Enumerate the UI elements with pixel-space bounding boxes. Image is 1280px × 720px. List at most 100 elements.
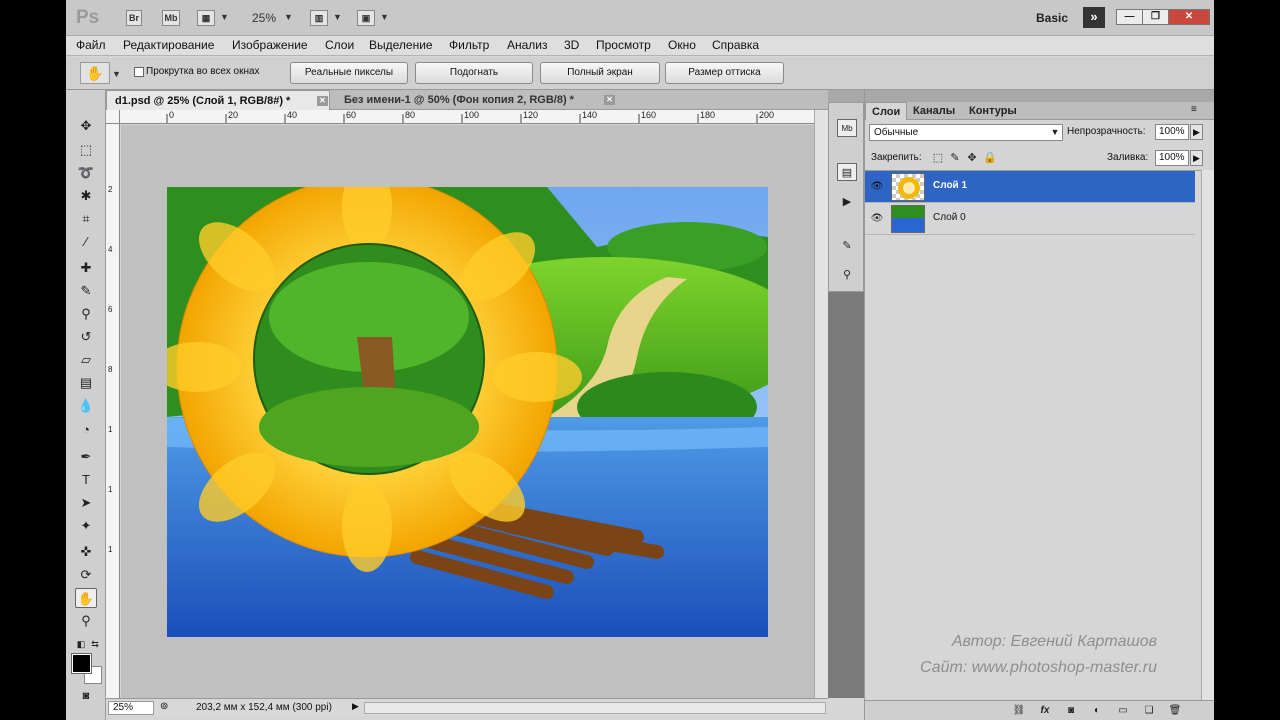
tab-d1-psd[interactable]: d1.psd @ 25% (Слой 1, RGB/8#) * ✕ — [106, 90, 330, 110]
tab-channels[interactable]: Каналы — [907, 102, 961, 120]
workspace-name[interactable]: Basic — [1036, 11, 1068, 25]
status-menu-arrow-icon[interactable]: ▶ — [352, 701, 359, 712]
visibility-eye-icon[interactable]: 👁 — [870, 212, 884, 226]
view-extras-button[interactable]: ▦ — [197, 10, 215, 26]
panel-header-bar[interactable] — [865, 90, 1214, 102]
screen-mode-dropdown-icon[interactable]: ▼ — [380, 12, 389, 22]
lock-all-icon[interactable]: 🔒 — [983, 152, 997, 165]
type-tool-icon[interactable]: T — [75, 470, 97, 490]
menu-layers[interactable]: Слои — [325, 38, 354, 52]
vertical-ruler[interactable]: 2 4 6 8 1 1 1 — [106, 124, 120, 698]
arrange-dropdown-icon[interactable]: ▼ — [333, 12, 342, 22]
tab-paths[interactable]: Контуры — [963, 102, 1023, 120]
mini-bridge-panel-icon[interactable]: Mb — [837, 119, 857, 137]
close-button[interactable]: ✕ — [1168, 9, 1210, 25]
eraser-tool-icon[interactable]: ▱ — [75, 350, 97, 370]
crop-tool-icon[interactable]: ⌗ — [75, 209, 97, 229]
panel-menu-icon[interactable]: ≡ — [1191, 104, 1197, 115]
arrange-documents-button[interactable]: ▥ — [310, 10, 328, 26]
layer-row[interactable]: 👁 Слой 0 — [865, 203, 1195, 235]
menu-select[interactable]: Выделение — [369, 38, 433, 52]
delete-layer-icon[interactable]: 🗑 — [1167, 704, 1183, 718]
quick-selection-tool-icon[interactable]: ✱ — [75, 186, 97, 206]
brush-panel-icon[interactable]: ✎ — [837, 237, 857, 255]
document-canvas[interactable] — [121, 125, 822, 698]
menu-window[interactable]: Окно — [668, 38, 696, 52]
tab-untitled-close-icon[interactable]: ✕ — [604, 95, 615, 105]
brush-tool-icon[interactable]: ✎ — [75, 281, 97, 301]
ruler-origin[interactable] — [106, 110, 120, 124]
actions-panel-icon[interactable]: ▶ — [837, 193, 857, 211]
horizontal-ruler[interactable]: 0 20 40 60 80 100 120 140 160 180 200 — [120, 110, 822, 124]
zoom-level[interactable]: 25% — [252, 11, 276, 25]
3d-orbit-tool-icon[interactable]: ⟳ — [75, 565, 97, 585]
foreground-color-swatch[interactable] — [71, 653, 92, 674]
canvas-vertical-scrollbar[interactable] — [814, 110, 828, 698]
move-tool-icon[interactable]: ✥ — [75, 116, 97, 136]
fill-input[interactable]: 100% — [1155, 150, 1189, 166]
gradient-tool-icon[interactable]: ▤ — [75, 373, 97, 393]
new-group-icon[interactable]: ▭ — [1115, 704, 1131, 718]
workspace-more-icon[interactable]: » — [1083, 7, 1105, 28]
shape-tool-icon[interactable]: ✦ — [75, 516, 97, 536]
pen-tool-icon[interactable]: ✒ — [75, 447, 97, 467]
opacity-input[interactable]: 100% — [1155, 124, 1189, 140]
marquee-tool-icon[interactable]: ⬚ — [75, 140, 97, 160]
lasso-tool-icon[interactable]: ➰ — [75, 163, 97, 183]
menu-view[interactable]: Просмотр — [596, 38, 651, 52]
scroll-all-windows-checkbox[interactable] — [134, 67, 144, 77]
adjustment-layer-icon[interactable]: ◐ — [1089, 704, 1105, 718]
tab-layers[interactable]: Слои — [865, 102, 908, 120]
menu-edit[interactable]: Редактирование — [123, 38, 214, 52]
status-zoom-field[interactable]: 25% — [108, 701, 154, 715]
path-selection-tool-icon[interactable]: ➤ — [75, 493, 97, 513]
fill-screen-button[interactable]: Полный экран — [540, 62, 660, 84]
swap-colors-icon[interactable]: ⇆ — [84, 634, 106, 654]
canvas-horizontal-scrollbar[interactable] — [364, 702, 826, 714]
clone-stamp-tool-icon[interactable]: ⚲ — [75, 304, 97, 324]
fit-screen-button[interactable]: Подогнать — [415, 62, 533, 84]
tab-d1-close-icon[interactable]: ✕ — [317, 96, 328, 106]
restore-button[interactable]: ❐ — [1142, 9, 1169, 25]
blur-tool-icon[interactable]: 💧 — [75, 396, 97, 416]
fill-slider-icon[interactable]: ▶ — [1190, 150, 1203, 166]
zoom-tool-icon[interactable]: ⚲ — [75, 611, 97, 631]
new-layer-icon[interactable]: ❏ — [1141, 704, 1157, 718]
history-panel-icon[interactable]: ▤ — [837, 163, 857, 181]
screen-mode-button[interactable]: ▣ — [357, 10, 375, 26]
mini-bridge-button[interactable]: Mb — [162, 10, 180, 26]
menu-3d[interactable]: 3D — [564, 38, 579, 52]
minimize-button[interactable]: — — [1116, 9, 1143, 25]
opacity-slider-icon[interactable]: ▶ — [1190, 124, 1203, 140]
history-brush-tool-icon[interactable]: ↺ — [75, 327, 97, 347]
link-layers-icon[interactable]: ⛓ — [1011, 704, 1027, 718]
actual-pixels-button[interactable]: Реальные пикселы — [290, 62, 408, 84]
eyedropper-tool-icon[interactable]: ⁄ — [75, 232, 97, 252]
layer-style-icon[interactable]: fx — [1037, 704, 1053, 718]
lock-transparency-icon[interactable]: ⬚ — [931, 152, 945, 165]
dock-collapse-handle[interactable] — [828, 90, 864, 102]
view-extras-dropdown-icon[interactable]: ▼ — [220, 12, 229, 22]
layers-scrollbar[interactable] — [1201, 170, 1214, 700]
tool-preset-dropdown-icon[interactable]: ▼ — [112, 69, 121, 79]
clone-source-panel-icon[interactable]: ⚲ — [837, 266, 857, 284]
dodge-tool-icon[interactable]: ◔ — [75, 420, 97, 440]
lock-position-icon[interactable]: ✥ — [965, 152, 979, 165]
menu-analysis[interactable]: Анализ — [507, 38, 548, 52]
lock-image-icon[interactable]: ✎ — [948, 152, 962, 165]
tab-untitled-1[interactable]: Без имени-1 @ 50% (Фон копия 2, RGB/8) *… — [336, 90, 618, 110]
zoom-dropdown-icon[interactable]: ▼ — [284, 12, 293, 22]
add-mask-icon[interactable]: ◙ — [1063, 704, 1079, 718]
status-options-icon[interactable]: ⊚ — [160, 701, 168, 712]
3d-rotate-tool-icon[interactable]: ✜ — [75, 542, 97, 562]
hand-tool-icon[interactable]: ✋ — [75, 588, 97, 608]
quick-mask-icon[interactable]: ◙ — [75, 686, 97, 706]
layer-row[interactable]: 👁 Слой 1 — [865, 171, 1195, 203]
menu-filter[interactable]: Фильтр — [449, 38, 489, 52]
menu-image[interactable]: Изображение — [232, 38, 308, 52]
menu-file[interactable]: Файл — [76, 38, 106, 52]
visibility-eye-icon[interactable]: 👁 — [870, 180, 884, 194]
hand-tool-preset-icon[interactable]: ✋ — [80, 62, 110, 84]
print-size-button[interactable]: Размер оттиска — [665, 62, 784, 84]
bridge-button[interactable]: Br — [126, 10, 142, 26]
